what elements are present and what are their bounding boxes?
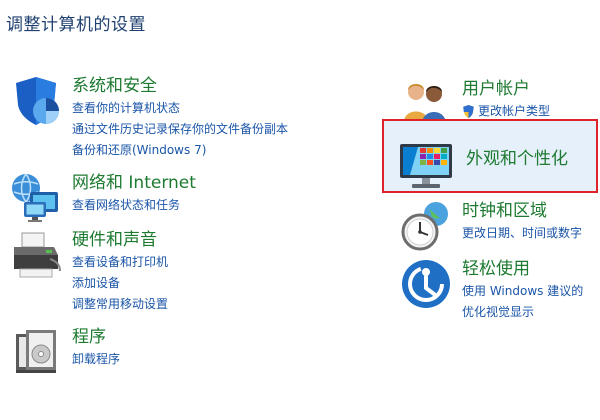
- category-title-programs[interactable]: 程序: [72, 326, 120, 349]
- link-optimize-visual-display[interactable]: 优化视觉显示: [462, 302, 598, 323]
- page-title: 调整计算机的设置: [6, 15, 146, 35]
- category-title-hardware-sound[interactable]: 硬件和声音: [72, 229, 168, 252]
- link-file-history-backup[interactable]: 通过文件历史记录保存你的文件备份副本: [72, 119, 288, 140]
- uac-shield-icon: [462, 104, 475, 119]
- link-change-date-time[interactable]: 更改日期、时间或数字: [462, 223, 600, 244]
- printer-icon[interactable]: [10, 229, 62, 281]
- appearance-monitor-icon[interactable]: [398, 138, 454, 190]
- security-shield-icon[interactable]: [10, 75, 62, 127]
- category-title-user-accounts[interactable]: 用户帐户: [462, 78, 586, 101]
- ease-of-access-icon[interactable]: [400, 258, 452, 310]
- category-title-clock-region[interactable]: 时钟和区域: [462, 200, 600, 223]
- link-add-device[interactable]: 添加设备: [72, 273, 168, 294]
- link-view-devices-printers[interactable]: 查看设备和打印机: [72, 252, 168, 273]
- programs-icon[interactable]: [10, 326, 62, 378]
- category-title-appearance-personalization[interactable]: 外观和个性化: [466, 148, 568, 171]
- link-windows-suggested-settings[interactable]: 使用 Windows 建议的: [462, 281, 598, 302]
- link-mobility-settings[interactable]: 调整常用移动设置: [72, 294, 168, 315]
- category-title-system-security[interactable]: 系统和安全: [72, 75, 288, 98]
- link-uninstall-program[interactable]: 卸载程序: [72, 349, 120, 370]
- category-title-network-internet[interactable]: 网络和 Internet: [72, 172, 196, 195]
- category-title-ease-of-access[interactable]: 轻松使用: [462, 258, 598, 281]
- link-backup-restore-win7[interactable]: 备份和还原(Windows 7): [72, 140, 288, 161]
- link-view-computer-status[interactable]: 查看你的计算机状态: [72, 98, 288, 119]
- clock-globe-icon[interactable]: [400, 200, 452, 252]
- network-icon[interactable]: [10, 172, 62, 224]
- link-view-network-status[interactable]: 查看网络状态和任务: [72, 195, 196, 216]
